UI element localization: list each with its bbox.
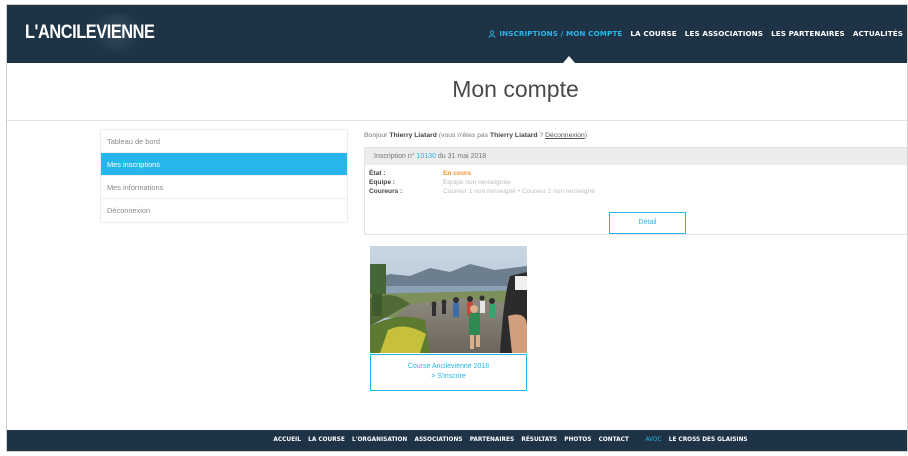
site-header: L'ANCILEVIENNE INSCRIPTIONS / MON COMPTE… [7,5,907,63]
sidebar-item-deconnexion[interactable]: Déconnexion [101,199,347,222]
order-header: Inscription n° 10130 du 31 mai 2018 [365,148,907,165]
order-row-coureurs: Coureurs : Coureur 1 non renseigné • Cou… [369,187,907,196]
site-footer: ACCUEIL LA COURSE L'ORGANISATION ASSOCIA… [7,430,907,451]
footer-link-avoc[interactable]: AVOC [645,437,661,443]
order-row-etat: État : En cours [369,169,907,178]
register-link: > S'inscrire [431,373,466,380]
detail-button[interactable]: Détail [609,212,686,234]
footer-link-associations[interactable]: ASSOCIATIONS [414,437,462,443]
greeting-close: ) [584,132,588,139]
order-row-value: Equipe non renseignée [443,179,511,186]
footer-link-photos[interactable]: PHOTOS [564,437,591,443]
greeting-logout-link[interactable]: Déconnexion [545,132,585,139]
nav-actualites[interactable]: ACTUALITÉS [853,29,903,38]
nav-la-course[interactable]: LA COURSE [630,29,676,38]
footer-link-organisation[interactable]: L'ORGANISATION [352,437,407,443]
greeting-prefix: Bonjour [364,132,390,139]
race-name: Course Ancilevienne 2018 [407,363,490,370]
nav-inscriptions-mon-compte[interactable]: INSCRIPTIONS / MON COMPTE [488,29,622,38]
order-prefix: Inscription n° [374,153,417,160]
footer-link-resultats[interactable]: RÉSULTATS [521,437,557,443]
sidebar-item-tableau-de-bord[interactable]: Tableau de bord [101,130,347,153]
page-title: Mon compte [452,76,579,102]
sidebar-item-mes-inscriptions[interactable]: Mes inscriptions [101,153,347,176]
order-number-link[interactable]: 10130 [417,153,436,160]
active-nav-caret [563,56,575,63]
greeting-user: Thierry Liatard [389,132,437,139]
nav-les-partenaires[interactable]: LES PARTENAIRES [771,29,845,38]
greeting-middle: (vous n'êtes pas [436,132,490,139]
main-nav: INSCRIPTIONS / MON COMPTE LA COURSE LES … [480,29,903,38]
greeting-suffix: ? [537,132,546,139]
footer-nav: ACCUEIL LA COURSE L'ORGANISATION ASSOCIA… [7,437,907,443]
footer-link-la-course[interactable]: LA COURSE [308,437,345,443]
order-row-label: État : [369,170,386,177]
registration-order: Inscription n° 10130 du 31 mai 2018 État… [364,147,907,235]
footer-link-partenaires[interactable]: PARTENAIRES [470,437,514,443]
footer-link-accueil[interactable]: ACCUEIL [273,437,301,443]
account-sidebar: Tableau de bord Mes inscriptions Mes inf… [100,129,348,223]
sidebar-item-mes-informations[interactable]: Mes informations [101,176,347,199]
nav-item-label: INSCRIPTIONS / MON COMPTE [499,29,623,38]
footer-link-contact[interactable]: CONTACT [599,437,629,443]
race-photo[interactable] [370,246,527,353]
order-status-value: En cours [443,170,472,177]
race-register-button[interactable]: Course Ancilevienne 2018 > S'inscrire [370,354,527,391]
order-row-label: Coureurs : [369,188,403,195]
race-photo-image [370,246,527,353]
order-row-label: Equipe : [369,179,396,186]
order-date: du 31 mai 2018 [435,153,487,160]
title-band: Mon compte [7,63,907,121]
order-row-equipe: Equipe : Equipe non renseignée [369,178,907,187]
site-logo[interactable]: L'ANCILEVIENNE [25,22,155,44]
browser-frame: L'ANCILEVIENNE INSCRIPTIONS / MON COMPTE… [6,4,908,452]
footer-link-cross-des-glaisins[interactable]: LE CROSS DES GLAISINS [669,437,748,443]
nav-les-associations[interactable]: LES ASSOCIATIONS [685,29,763,38]
greeting-text: Bonjour Thierry Liatard (vous n'êtes pas… [364,132,587,139]
order-row-value: Coureur 1 non renseigné • Coureur 2 non … [443,188,595,195]
user-icon [488,29,496,38]
greeting-user2: Thierry Liatard [489,132,538,139]
